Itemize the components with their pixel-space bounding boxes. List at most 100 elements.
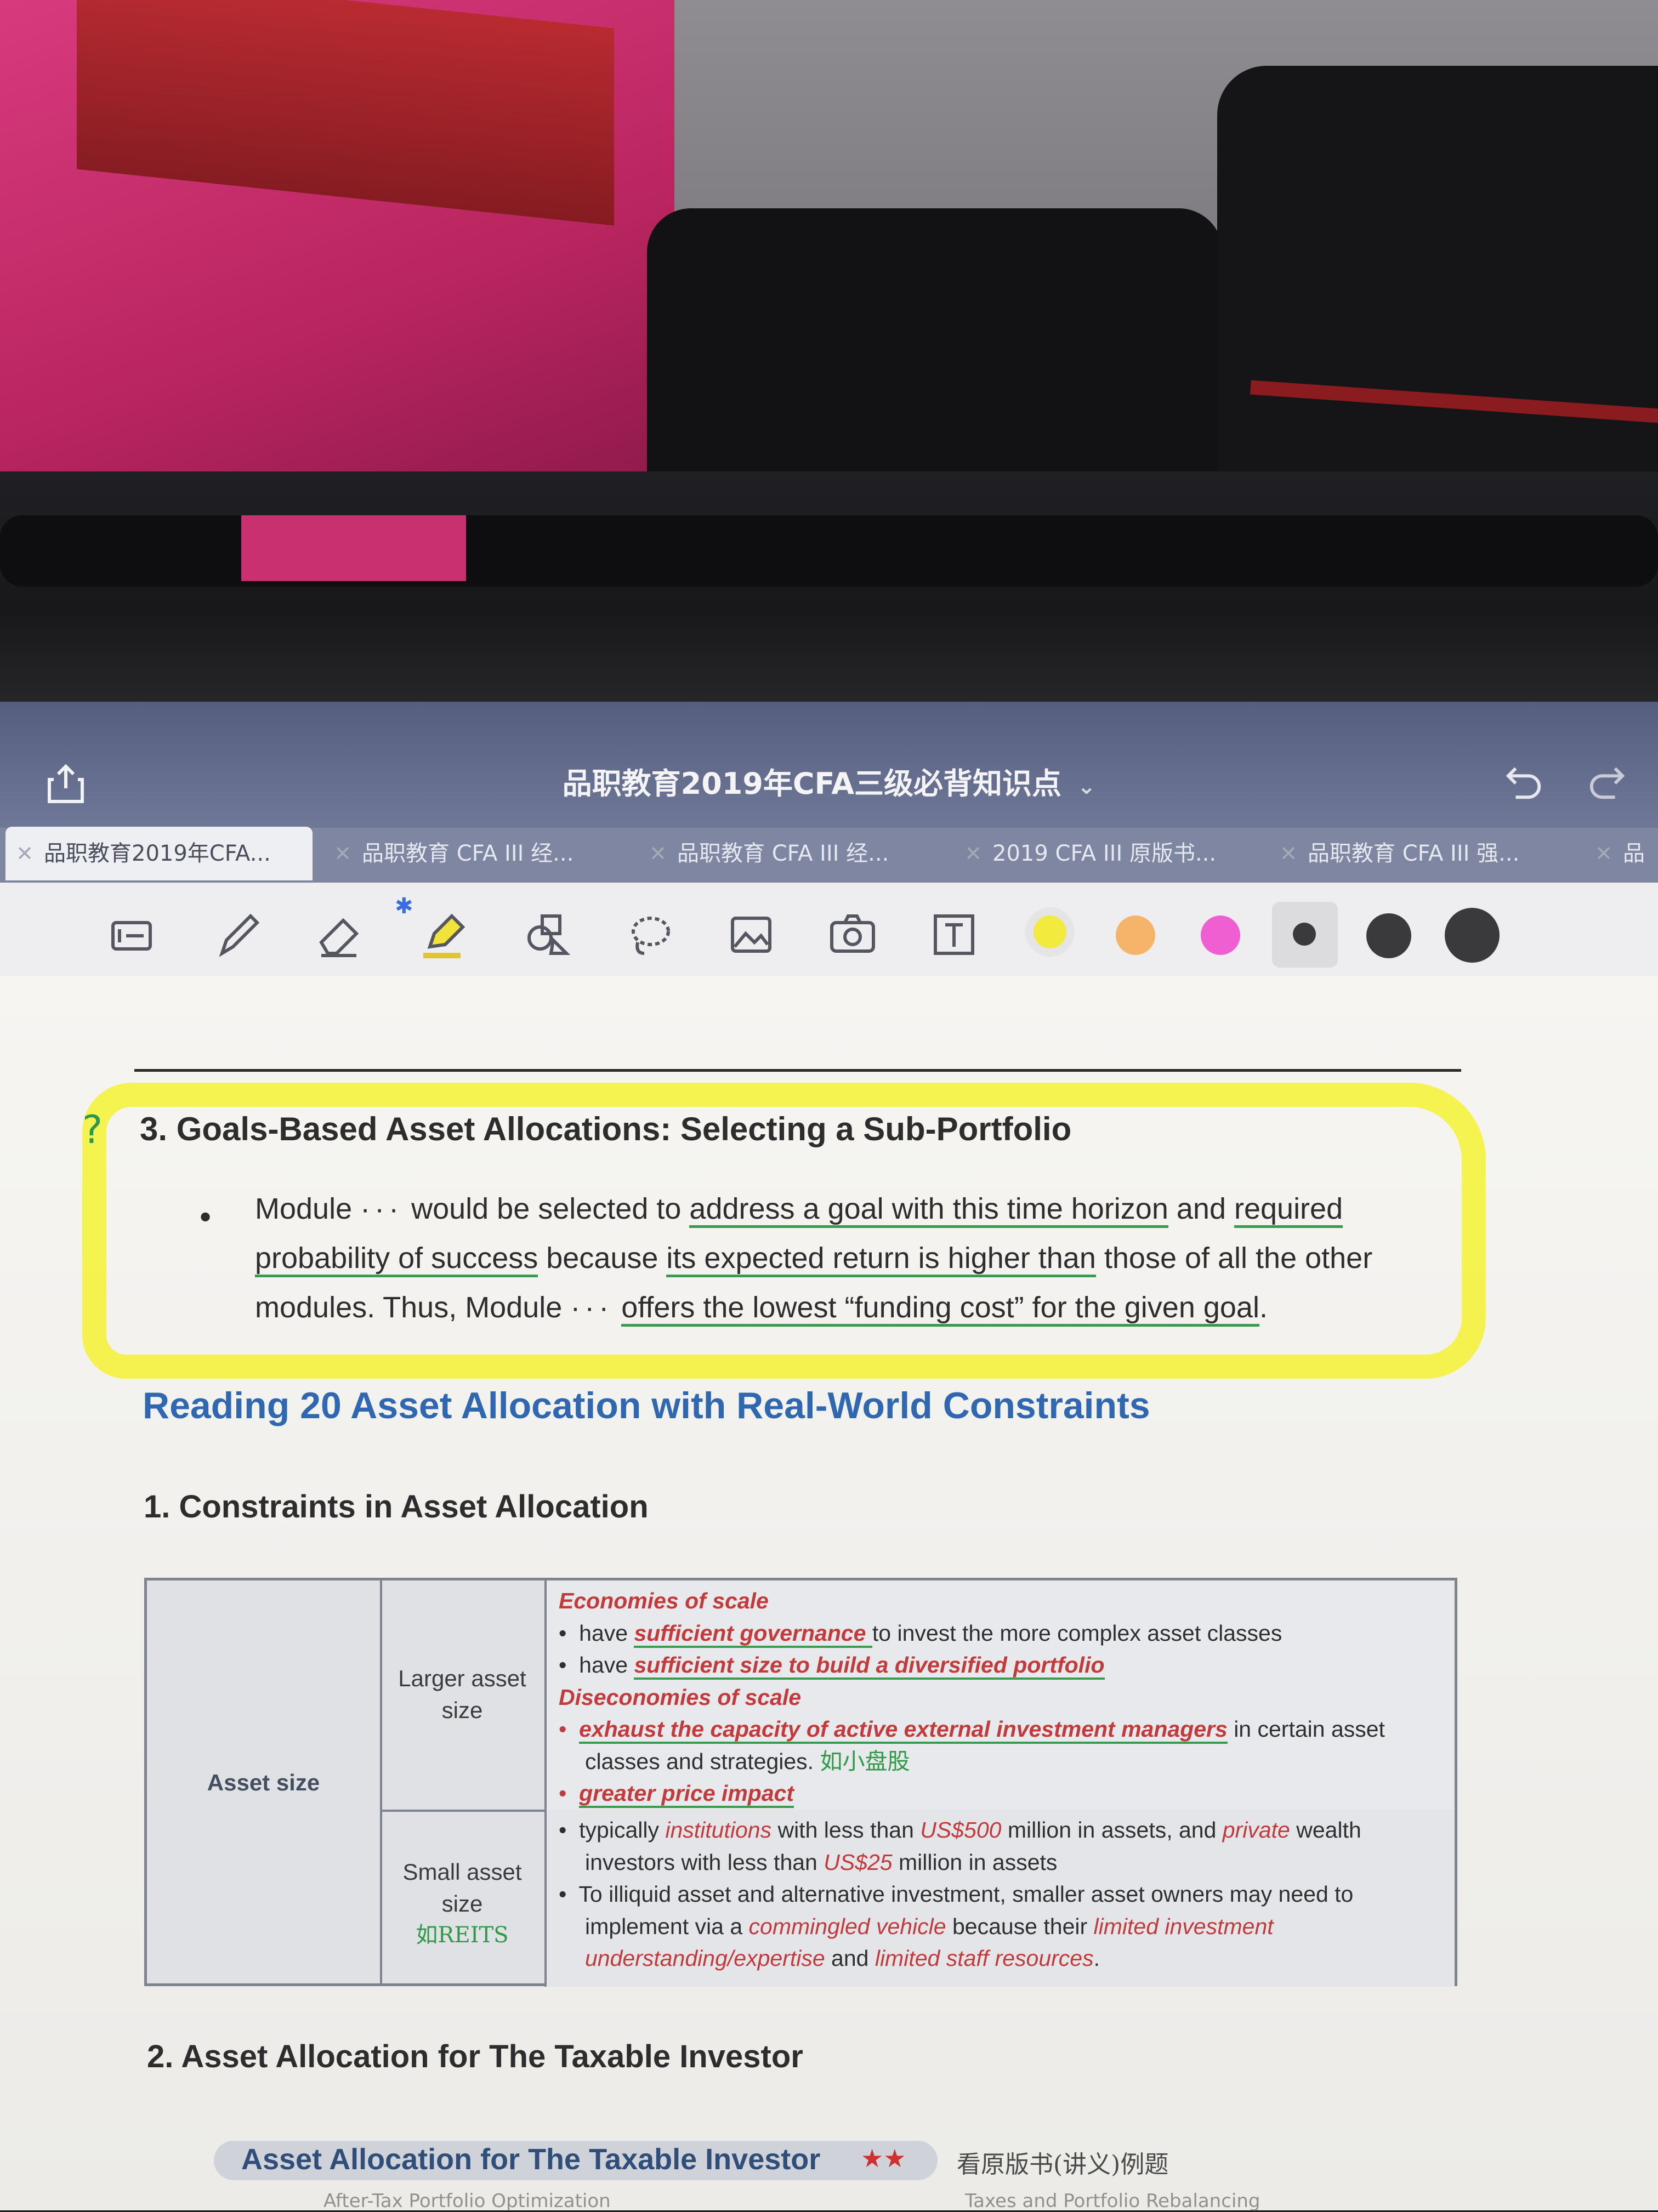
table-cell-larger: Larger asset size: [380, 1580, 547, 1812]
tab-document-1[interactable]: ✕ 品职教育2019年CFA...: [5, 827, 313, 880]
image-icon[interactable]: [724, 907, 779, 962]
table-cell-small: Small asset size 如REITS: [380, 1810, 547, 1987]
undo-icon[interactable]: [1502, 762, 1546, 800]
para-text: .: [1259, 1291, 1268, 1324]
tab-document-4[interactable]: ✕ 2019 CFA III 原版书...: [954, 827, 1261, 880]
tab-label: 品职教育 CFA III 经...: [677, 841, 889, 866]
tab-label: 品职教育 CFA III 强...: [1308, 841, 1520, 866]
close-icon[interactable]: ✕: [1269, 827, 1308, 880]
list-item: • typically institutions with less than …: [559, 1817, 1361, 1875]
emphasis: greater price impact: [579, 1781, 794, 1808]
pen-icon[interactable]: [211, 907, 266, 962]
stroke-size-large[interactable]: [1445, 908, 1500, 963]
para-text: Module: [255, 1192, 361, 1225]
text: and: [825, 1946, 875, 1971]
tablet-case: [0, 471, 1658, 702]
emphasis: commingled vehicle: [748, 1913, 946, 1939]
text: .: [1093, 1946, 1100, 1971]
row-label-asset-size: Asset size: [207, 1770, 320, 1795]
ellipsis: ···: [360, 1192, 404, 1225]
heading-diseconomies: Diseconomies of scale: [559, 1684, 802, 1710]
list-item: • exhaust the capacity of active externa…: [559, 1716, 1385, 1775]
underlined-text: address a goal with this time horizon: [689, 1192, 1168, 1228]
tab-label: 品职教育2019年CFA...: [44, 841, 271, 866]
close-icon[interactable]: ✕: [323, 827, 362, 880]
lasso-icon[interactable]: [622, 907, 677, 962]
annotation-toolbar: ✱: [0, 883, 1658, 977]
subtopic-right: Taxes and Portfolio Rebalancing: [965, 2190, 1260, 2212]
list-item: • have sufficient size to build a divers…: [559, 1649, 1444, 1681]
list-item: • greater price impact: [559, 1777, 1444, 1810]
list-item: • To illiquid asset and alternative inve…: [559, 1881, 1354, 1971]
stroke-size-medium[interactable]: [1366, 913, 1411, 958]
underlined-text: offers the lowest “funding cost” for the…: [621, 1291, 1259, 1327]
color-swatch-orange[interactable]: [1116, 915, 1155, 955]
para-text: [613, 1291, 621, 1324]
bullet: •: [196, 1201, 215, 1236]
shapes-icon[interactable]: [518, 907, 573, 962]
emphasis: private: [1222, 1817, 1290, 1843]
text: with less than: [771, 1817, 921, 1843]
ellipsis: ···: [570, 1291, 614, 1324]
tab-label: 品: [1623, 841, 1645, 866]
title-bar: 品职教育2019年CFA三级必背知识点 ⌄: [0, 702, 1658, 828]
subtopic-left: After-Tax Portfolio Optimization: [323, 2190, 611, 2212]
text-box-icon[interactable]: [927, 907, 981, 962]
close-icon[interactable]: ✕: [1585, 827, 1623, 880]
text: have: [579, 1620, 634, 1646]
document-title[interactable]: 品职教育2019年CFA三级必背知识点 ⌄: [0, 759, 1658, 803]
redo-icon[interactable]: [1585, 762, 1628, 800]
underlined-text: its expected return is higher than: [666, 1242, 1096, 1277]
para-text: and: [1168, 1192, 1234, 1225]
emphasis: US$25: [824, 1849, 893, 1875]
emphasis: sufficient size to build a diversified p…: [634, 1652, 1105, 1680]
close-icon[interactable]: ✕: [5, 827, 44, 880]
chevron-down-icon: ⌄: [1077, 774, 1096, 799]
para-text: because: [538, 1242, 667, 1275]
close-icon[interactable]: ✕: [954, 827, 992, 880]
text: have: [579, 1652, 634, 1678]
section-2-title: 2. Asset Allocation for The Taxable Inve…: [147, 2039, 803, 2074]
handwritten-note-small-cap: 如小盘股: [820, 1748, 910, 1775]
color-swatch-pink[interactable]: [1201, 915, 1240, 955]
label-small-asset-size: Small asset size: [402, 1859, 522, 1917]
text: typically: [579, 1817, 666, 1843]
section-divider: [134, 1069, 1461, 1072]
photo-background: [0, 0, 1658, 702]
text: because their: [946, 1913, 1094, 1939]
section-3-paragraph: Module ··· would be selected to address …: [255, 1184, 1434, 1332]
constraints-table: Asset size Larger asset size Small asset…: [144, 1578, 1457, 1987]
bluetooth-icon: ✱: [395, 894, 413, 919]
tab-label: 2019 CFA III 原版书...: [992, 841, 1217, 866]
document-title-text: 品职教育2019年CFA三级必背知识点: [562, 766, 1062, 801]
color-swatch-yellow[interactable]: [1034, 915, 1066, 948]
eraser-icon[interactable]: [313, 907, 367, 962]
para-text: would be selected to: [403, 1192, 690, 1225]
label-larger-asset-size: Larger asset size: [398, 1665, 526, 1723]
small-details: • typically institutions with less than …: [559, 1814, 1444, 1975]
camera-icon[interactable]: [825, 907, 880, 962]
emphasis: limited staff resources: [875, 1946, 1094, 1971]
tab-document-6[interactable]: ✕ 品: [1585, 827, 1658, 880]
topic-note: 看原版书(讲义)例题: [957, 2151, 1169, 2179]
text: to invest the more complex asset classes: [872, 1620, 1282, 1646]
emphasis: sufficient governance: [634, 1620, 872, 1648]
tab-document-5[interactable]: ✕ 品职教育 CFA III 强...: [1269, 827, 1576, 880]
table-cell-small-details: • typically institutions with less than …: [547, 1810, 1455, 1987]
reading-title: Reading 20 Asset Allocation with Real-Wo…: [143, 1385, 1150, 1426]
black-bag: [647, 208, 1223, 515]
highlighter-icon[interactable]: [417, 907, 472, 962]
text: million in assets, and: [1001, 1817, 1223, 1843]
table-cell-category: Asset size: [147, 1580, 382, 1983]
handwritten-question-mark: ?: [82, 1107, 103, 1152]
close-icon[interactable]: ✕: [639, 827, 677, 880]
list-item: • have sufficient governance to invest t…: [559, 1617, 1444, 1650]
page-view-icon[interactable]: [104, 907, 159, 962]
larger-details: Economies of scale • have sufficient gov…: [559, 1585, 1444, 1810]
pink-tab: [241, 515, 466, 581]
tab-document-2[interactable]: ✕ 品职教育 CFA III 经...: [323, 827, 631, 880]
underlined-text: required: [1234, 1192, 1343, 1228]
black-bag-right: [1217, 66, 1658, 515]
emphasis: exhaust the capacity of active external …: [579, 1716, 1228, 1744]
tab-document-3[interactable]: ✕ 品职教育 CFA III 经...: [639, 827, 946, 880]
